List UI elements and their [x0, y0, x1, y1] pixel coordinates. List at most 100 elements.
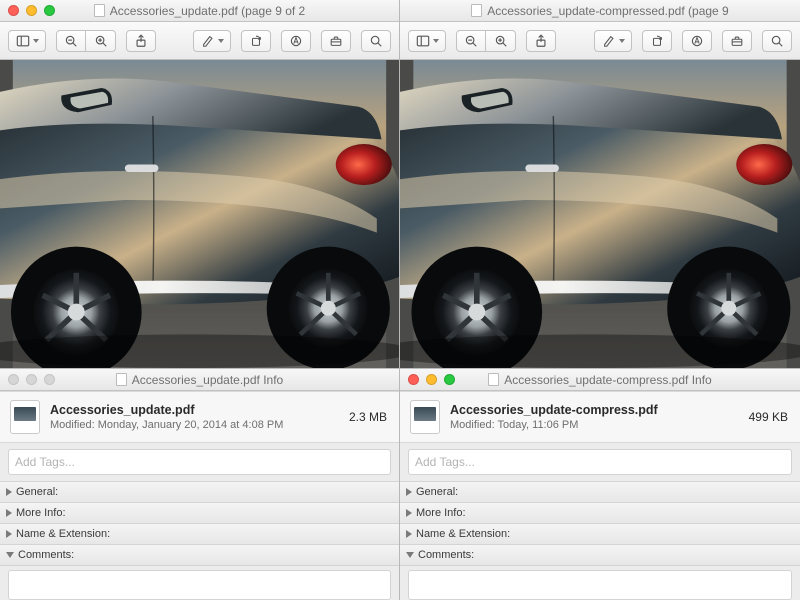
zoom-window-icon[interactable]: [44, 5, 55, 16]
disclosure-triangle-icon: [406, 552, 414, 558]
zoom-in-icon: [94, 34, 108, 48]
section-general[interactable]: General:: [0, 482, 399, 503]
left-info-title-text: Accessories_update.pdf Info: [132, 373, 283, 387]
sidebar-toggle-icon: [16, 34, 30, 48]
left-info-titlebar[interactable]: Accessories_update.pdf Info: [0, 369, 399, 391]
zoom-window-icon[interactable]: [44, 374, 55, 385]
right-info-title: Accessories_update-compress.pdf Info: [488, 373, 711, 387]
zoom-in-button[interactable]: [86, 30, 116, 52]
toolbox-icon: [730, 34, 744, 48]
section-name-extension[interactable]: Name & Extension:: [400, 524, 800, 545]
search-icon: [770, 34, 784, 48]
close-icon[interactable]: [8, 5, 19, 16]
right-preview-title: Accessories_update-compressed.pdf (page …: [471, 4, 728, 18]
disclosure-triangle-icon: [6, 552, 14, 558]
left-title-text: Accessories_update.pdf (page 9 of 2: [110, 4, 305, 18]
left-document-view[interactable]: [0, 60, 399, 368]
right-info-traffic: [408, 374, 455, 385]
left-traffic-lights: [8, 5, 55, 16]
right-preview-titlebar[interactable]: Accessories_update-compressed.pdf (page …: [400, 0, 800, 22]
section-comments[interactable]: Comments:: [0, 545, 399, 566]
search-button[interactable]: [762, 30, 792, 52]
right-document-view[interactable]: [400, 60, 800, 368]
left-preview-titlebar[interactable]: Accessories_update.pdf (page 9 of 2: [0, 0, 399, 22]
right-info-panel: Accessories_update-compress.pdf Info Acc…: [400, 368, 800, 600]
zoom-in-button[interactable]: [486, 30, 516, 52]
file-size: 499 KB: [749, 410, 788, 424]
tags-placeholder: Add Tags...: [415, 455, 475, 469]
markup-toolbox-icon: [289, 34, 303, 48]
left-info-panel: Accessories_update.pdf Info Accessories_…: [0, 368, 399, 600]
disclosure-triangle-icon: [406, 530, 412, 538]
section-more-info[interactable]: More Info:: [0, 503, 399, 524]
highlight-button[interactable]: [193, 30, 231, 52]
markup-button[interactable]: [281, 30, 311, 52]
chevron-down-icon: [33, 39, 39, 43]
comments-textarea[interactable]: [408, 570, 792, 600]
chevron-down-icon: [218, 39, 224, 43]
tags-input[interactable]: Add Tags...: [408, 449, 792, 475]
pdf-file-icon: [10, 400, 40, 434]
car-image: [400, 60, 800, 368]
left-info-header: Accessories_update.pdf Modified: Monday,…: [0, 391, 399, 443]
close-icon[interactable]: [408, 374, 419, 385]
file-name: Accessories_update-compress.pdf: [450, 403, 739, 417]
rotate-button[interactable]: [241, 30, 271, 52]
disclosure-triangle-icon: [406, 509, 412, 517]
document-icon: [471, 4, 482, 17]
section-general[interactable]: General:: [400, 482, 800, 503]
minimize-icon[interactable]: [26, 374, 37, 385]
toolbox-button[interactable]: [722, 30, 752, 52]
zoom-out-button[interactable]: [56, 30, 86, 52]
right-info-titlebar[interactable]: Accessories_update-compress.pdf Info: [400, 369, 800, 391]
document-icon: [116, 373, 127, 386]
right-info-header: Accessories_update-compress.pdf Modified…: [400, 391, 800, 443]
disclosure-triangle-icon: [6, 530, 12, 538]
zoom-window-icon[interactable]: [444, 374, 455, 385]
toolbox-icon: [329, 34, 343, 48]
section-more-info[interactable]: More Info:: [400, 503, 800, 524]
document-icon: [94, 4, 105, 17]
highlight-button[interactable]: [594, 30, 632, 52]
minimize-icon[interactable]: [26, 5, 37, 16]
share-button[interactable]: [126, 30, 156, 52]
file-name: Accessories_update.pdf: [50, 403, 339, 417]
minimize-icon[interactable]: [426, 374, 437, 385]
right-title-text: Accessories_update-compressed.pdf (page …: [487, 4, 728, 18]
search-button[interactable]: [361, 30, 391, 52]
zoom-out-icon: [64, 34, 78, 48]
rotate-button[interactable]: [642, 30, 672, 52]
left-info-title: Accessories_update.pdf Info: [116, 373, 283, 387]
right-toolbar: [400, 22, 800, 60]
comments-textarea[interactable]: [8, 570, 391, 600]
sidebar-toggle-icon: [416, 34, 430, 48]
disclosure-triangle-icon: [6, 488, 12, 496]
share-button[interactable]: [526, 30, 556, 52]
share-icon: [134, 34, 148, 48]
zoom-in-icon: [494, 34, 508, 48]
tags-placeholder: Add Tags...: [15, 455, 75, 469]
car-image: [0, 60, 399, 368]
close-icon[interactable]: [8, 374, 19, 385]
markup-button[interactable]: [682, 30, 712, 52]
right-info-title-text: Accessories_update-compress.pdf Info: [504, 373, 711, 387]
rotate-icon: [249, 34, 263, 48]
share-icon: [534, 34, 548, 48]
sidebar-toggle-button[interactable]: [8, 30, 46, 52]
modified-label: Modified: Today, 11:06 PM: [450, 419, 739, 431]
sidebar-toggle-button[interactable]: [408, 30, 446, 52]
highlighter-icon: [602, 34, 616, 48]
zoom-out-button[interactable]: [456, 30, 486, 52]
markup-toolbox-icon: [690, 34, 704, 48]
search-icon: [369, 34, 383, 48]
toolbox-button[interactable]: [321, 30, 351, 52]
chevron-down-icon: [433, 39, 439, 43]
zoom-out-icon: [464, 34, 478, 48]
section-name-extension[interactable]: Name & Extension:: [0, 524, 399, 545]
highlighter-icon: [201, 34, 215, 48]
pdf-file-icon: [410, 400, 440, 434]
left-preview-window: Accessories_update.pdf (page 9 of 2: [0, 0, 400, 600]
disclosure-triangle-icon: [6, 509, 12, 517]
section-comments[interactable]: Comments:: [400, 545, 800, 566]
tags-input[interactable]: Add Tags...: [8, 449, 391, 475]
